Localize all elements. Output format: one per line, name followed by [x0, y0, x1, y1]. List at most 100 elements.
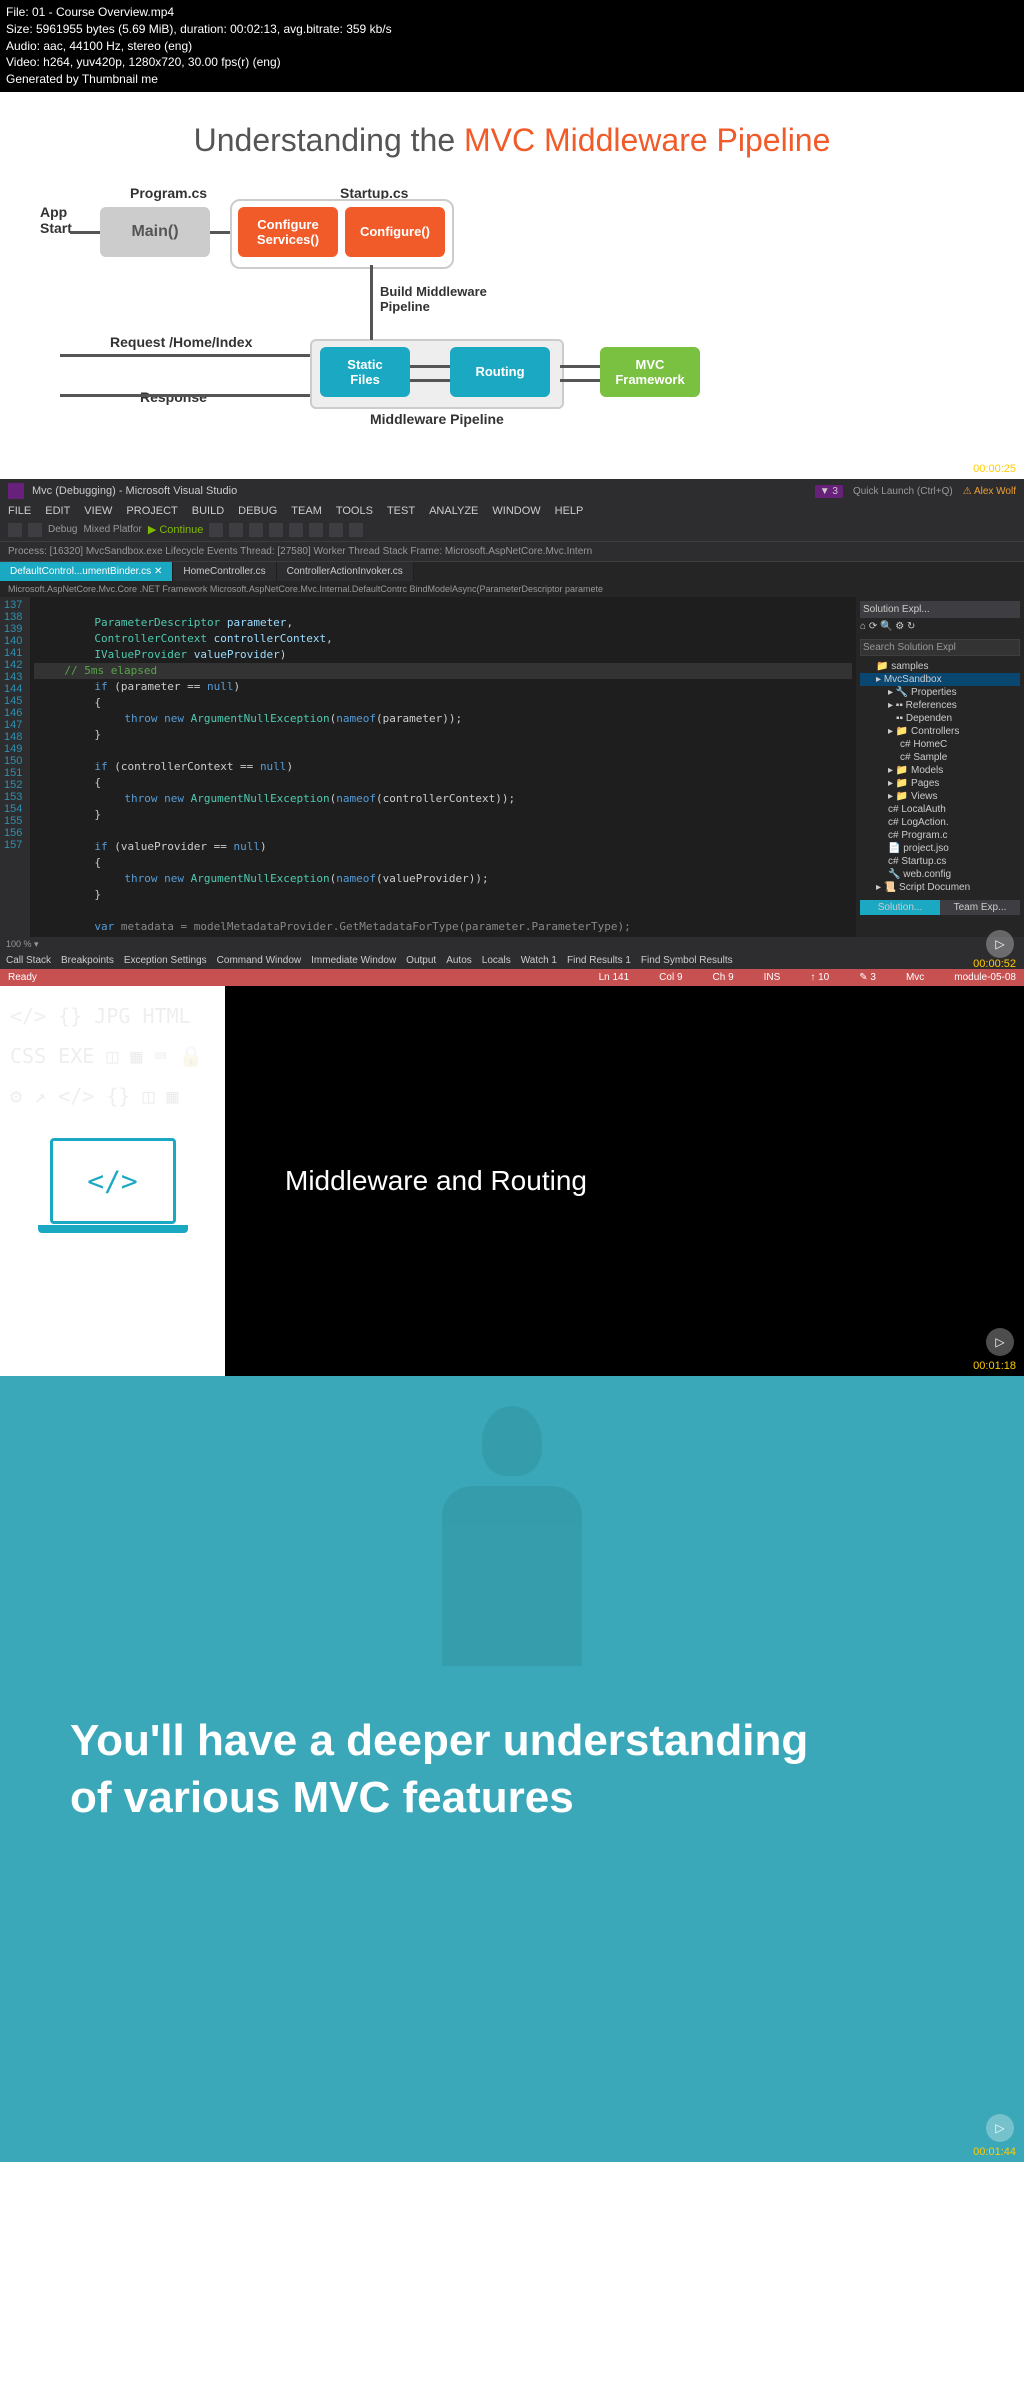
tab-watch[interactable]: Watch 1 [521, 955, 557, 966]
label-response: Response [140, 389, 207, 405]
timestamp: 00:00:52 [973, 958, 1016, 970]
notification-badge[interactable]: ▼ 3 [815, 485, 843, 498]
menu-window[interactable]: WINDOW [492, 505, 540, 517]
tab-output[interactable]: Output [406, 955, 436, 966]
line-numbers: 137 138 139 140 141 142 143 144 145 146 … [0, 597, 30, 937]
tab-breakpoints[interactable]: Breakpoints [61, 955, 114, 966]
menu-debug[interactable]: DEBUG [238, 505, 277, 517]
toolbar-btn[interactable] [349, 523, 363, 537]
status-changes[interactable]: ✎ 3 [859, 972, 876, 983]
tree-item[interactable]: ▸ ▪▪ References [860, 699, 1020, 712]
quick-launch[interactable]: Quick Launch (Ctrl+Q) [853, 486, 953, 497]
arrow [60, 394, 310, 397]
tree-item[interactable]: ▪▪ Dependen [860, 712, 1020, 725]
toolbar-debug[interactable]: Debug [48, 524, 77, 535]
menu-file[interactable]: FILE [8, 505, 31, 517]
person-body [442, 1486, 582, 1666]
slide4-line2: of various MVC features [70, 1769, 808, 1826]
line-num: 149 [4, 743, 22, 755]
tree-item[interactable]: c# Program.c [860, 829, 1020, 842]
line-num: 143 [4, 671, 22, 683]
tree-item[interactable]: c# LocalAuth [860, 803, 1020, 816]
label-request: Request /Home/Index [110, 334, 252, 350]
status-branch[interactable]: Mvc [906, 972, 924, 983]
menu-analyze[interactable]: ANALYZE [429, 505, 478, 517]
menu-project[interactable]: PROJECT [126, 505, 177, 517]
slide-middleware-routing: </> {} JPG HTML CSS EXE ◫ ▦ ⌨ 🔒 ⚙ ↗ </> … [0, 986, 1024, 1376]
tab-locals[interactable]: Locals [482, 955, 511, 966]
play-icon[interactable]: ▷ [986, 2114, 1014, 2142]
vs-breadcrumb[interactable]: Microsoft.AspNetCore.Mvc.Core .NET Frame… [0, 581, 1024, 597]
tab-command[interactable]: Command Window [217, 955, 301, 966]
toolbar-btn[interactable] [209, 523, 223, 537]
file-size: Size: 5961955 bytes (5.69 MiB), duration… [6, 21, 1018, 38]
arrow [560, 379, 600, 382]
status-ready: Ready [8, 972, 37, 983]
explorer-tab-solution[interactable]: Solution... [860, 900, 940, 915]
tree-item[interactable]: 🔧 web.config [860, 868, 1020, 881]
tree-item[interactable]: c# Startup.cs [860, 855, 1020, 868]
tab-find1[interactable]: Find Results 1 [567, 955, 631, 966]
vs-menubar: FILE EDIT VIEW PROJECT BUILD DEBUG TEAM … [0, 503, 1024, 519]
tree-item-selected[interactable]: ▸ MvcSandbox [860, 673, 1020, 686]
timestamp: 00:01:44 [973, 2146, 1016, 2158]
tree-item[interactable]: ▸ 📁 Pages [860, 777, 1020, 790]
user-badge[interactable]: ⚠ Alex Wolf [963, 486, 1016, 497]
tree-item[interactable]: ▸ 🔧 Properties [860, 686, 1020, 699]
tab-immediate[interactable]: Immediate Window [311, 955, 396, 966]
toolbar-btn[interactable] [269, 523, 283, 537]
toolbar-btn[interactable] [8, 523, 22, 537]
play-icon[interactable]: ▷ [986, 431, 1014, 459]
tree-item[interactable]: ▸ 📁 Views [860, 790, 1020, 803]
tab-autos[interactable]: Autos [446, 955, 472, 966]
tree-item[interactable]: ▸ 📜 Script Documen [860, 881, 1020, 894]
tab-file[interactable]: HomeController.cs [173, 562, 276, 581]
status-uploads[interactable]: ↑ 10 [810, 972, 829, 983]
line-num: 157 [4, 839, 22, 851]
toolbar-btn[interactable] [249, 523, 263, 537]
menu-help[interactable]: HELP [555, 505, 584, 517]
tree-item[interactable]: c# LogAction. [860, 816, 1020, 829]
toolbar-btn[interactable] [289, 523, 303, 537]
toolbar-btn[interactable] [28, 523, 42, 537]
continue-button[interactable]: ▶ Continue [148, 523, 204, 536]
tab-findsymbol[interactable]: Find Symbol Results [641, 955, 733, 966]
line-num: 156 [4, 827, 22, 839]
arrow [210, 231, 230, 234]
menu-edit[interactable]: EDIT [45, 505, 70, 517]
tree-label: LocalAuth [901, 804, 945, 815]
tree-item[interactable]: 📁 samples [860, 660, 1020, 673]
play-icon[interactable]: ▷ [986, 930, 1014, 958]
slide4-text: You'll have a deeper understanding of va… [0, 1712, 878, 1826]
menu-view[interactable]: VIEW [84, 505, 112, 517]
toolbar-btn[interactable] [229, 523, 243, 537]
tab-file[interactable]: ControllerActionInvoker.cs [277, 562, 414, 581]
line-num: 155 [4, 815, 22, 827]
tab-callstack[interactable]: Call Stack [6, 955, 51, 966]
code-editor[interactable]: ParameterDescriptor parameter, Controlle… [30, 597, 856, 937]
tab-label: DefaultControl...umentBinder.cs [10, 566, 151, 577]
tab-active[interactable]: DefaultControl...umentBinder.cs ✕ [0, 562, 173, 581]
toolbar-btn[interactable] [309, 523, 323, 537]
explorer-tab-team[interactable]: Team Exp... [940, 900, 1020, 915]
line-num: 148 [4, 731, 22, 743]
toolbar-btn[interactable] [329, 523, 343, 537]
tree-item[interactable]: c# Sample [860, 751, 1020, 764]
menu-build[interactable]: BUILD [192, 505, 224, 517]
tab-close-icon[interactable]: ✕ [154, 566, 162, 577]
menu-team[interactable]: TEAM [291, 505, 322, 517]
person-head [482, 1406, 542, 1476]
tree-item[interactable]: 📄 project.jso [860, 842, 1020, 855]
tree-item[interactable]: ▸ 📁 Models [860, 764, 1020, 777]
explorer-search[interactable]: Search Solution Expl [860, 639, 1020, 656]
tab-exception[interactable]: Exception Settings [124, 955, 207, 966]
line-num: 152 [4, 779, 22, 791]
tree-item[interactable]: c# HomeC [860, 738, 1020, 751]
tree-item[interactable]: ▸ 📁 Controllers [860, 725, 1020, 738]
toolbar-platform[interactable]: Mixed Platfor [83, 524, 141, 535]
play-icon[interactable]: ▷ [986, 1328, 1014, 1356]
label-mw-pipeline: Middleware Pipeline [370, 411, 504, 427]
menu-tools[interactable]: TOOLS [336, 505, 373, 517]
menu-test[interactable]: TEST [387, 505, 415, 517]
box-mvc-framework: MVC Framework [600, 347, 700, 397]
